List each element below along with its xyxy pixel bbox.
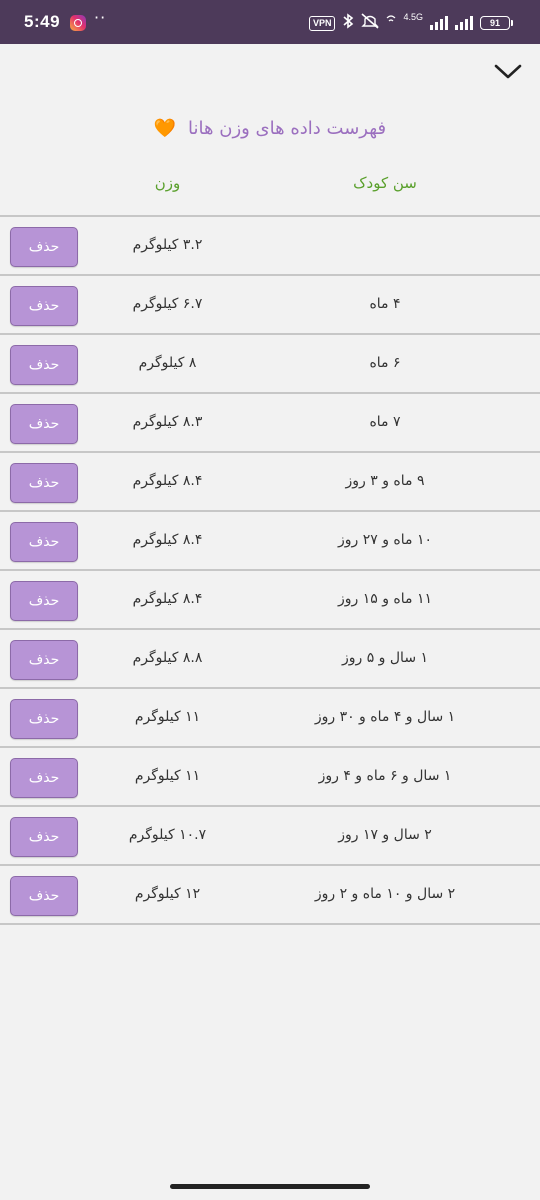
- weight-table: ۳.۲ کیلوگرم حذف ۴ ماه ۶.۷ کیلوگرم حذف ۶ ماه ۸ …: [0, 215, 540, 925]
- cell-weight: ۶.۷ کیلوگرم: [132, 296, 203, 312]
- cell-weight: ۸ کیلوگرم: [138, 355, 197, 371]
- delete-button[interactable]: حذف: [10, 345, 78, 385]
- table-row: ۲ سال و ۱۷ روز ۱۰.۷ کیلوگرم حذف: [0, 805, 540, 864]
- column-header-weight: وزن: [154, 174, 181, 192]
- delete-button[interactable]: حذف: [10, 581, 78, 621]
- mute-icon: [361, 12, 380, 34]
- status-time: 5:49: [24, 12, 61, 31]
- more-notifications-icon: ··: [94, 8, 107, 27]
- cell-age: ۲ سال و ۱۷ روز: [338, 827, 432, 843]
- cell-age: ۴ ماه: [369, 296, 401, 312]
- cell-weight: ۸.۳ کیلوگرم: [132, 414, 203, 430]
- page-title-text: فهرست داده های وزن هانا: [188, 118, 387, 139]
- table-row: ۴ ماه ۶.۷ کیلوگرم حذف: [0, 274, 540, 333]
- cell-age: ۹ ماه و ۳ روز: [345, 473, 425, 489]
- cell-weight: ۱۱ کیلوگرم: [134, 709, 201, 725]
- chevron-down-icon: [494, 64, 522, 79]
- cell-weight: ۱۰.۷ کیلوگرم: [128, 827, 207, 843]
- battery-icon: 91: [480, 16, 513, 30]
- table-row: ۲ سال و ۱۰ ماه و ۲ روز ۱۲ کیلوگرم حذف: [0, 864, 540, 925]
- table-row: ۱۱ ماه و ۱۵ روز ۸.۴ کیلوگرم حذف: [0, 569, 540, 628]
- cell-weight: ۸.۴ کیلوگرم: [132, 532, 203, 548]
- table-row: ۳.۲ کیلوگرم حذف: [0, 215, 540, 274]
- home-indicator[interactable]: [170, 1184, 370, 1189]
- bluetooth-icon: [342, 12, 354, 34]
- delete-button[interactable]: حذف: [10, 463, 78, 503]
- cell-weight: ۱۱ کیلوگرم: [134, 768, 201, 784]
- cell-weight: ۳.۲ کیلوگرم: [132, 237, 203, 253]
- cell-weight: ۱۲ کیلوگرم: [134, 886, 201, 902]
- cell-age: [280, 217, 490, 274]
- delete-button[interactable]: حذف: [10, 817, 78, 857]
- delete-button[interactable]: حذف: [10, 699, 78, 739]
- table-row: ۱ سال و ۵ روز ۸.۸ کیلوگرم حذف: [0, 628, 540, 687]
- delete-button[interactable]: حذف: [10, 758, 78, 798]
- collapse-button[interactable]: [490, 58, 526, 86]
- cell-age: ۱ سال و ۵ روز: [341, 650, 429, 666]
- wifi-icon: [386, 14, 396, 33]
- cell-weight: ۸.۴ کیلوگرم: [132, 591, 203, 607]
- instagram-notification-icon: [70, 15, 86, 31]
- delete-button[interactable]: حذف: [10, 404, 78, 444]
- delete-button[interactable]: حذف: [10, 640, 78, 680]
- delete-button[interactable]: حذف: [10, 522, 78, 562]
- page-title: فهرست داده های وزن هانا 🧡: [0, 118, 540, 139]
- table-row: ۱ سال و ۴ ماه و ۳۰ روز ۱۱ کیلوگرم حذف: [0, 687, 540, 746]
- cell-weight: ۸.۸ کیلوگرم: [132, 650, 203, 666]
- delete-button[interactable]: حذف: [10, 876, 78, 916]
- delete-button[interactable]: حذف: [10, 227, 78, 267]
- signal-icon-sim2: [455, 16, 473, 30]
- cell-age: ۱۰ ماه و ۲۷ روز: [337, 532, 433, 548]
- column-header-age: سن کودک: [353, 174, 417, 192]
- status-icons: VPN 4.5G 91: [308, 12, 513, 34]
- network-type: 4.5G: [403, 12, 423, 22]
- cell-age: ۱ سال و ۶ ماه و ۴ روز: [318, 768, 452, 784]
- status-bar: 5:49 ·· VPN 4.5G 91: [0, 0, 540, 44]
- cell-age: ۱۱ ماه و ۱۵ روز: [337, 591, 433, 607]
- table-row: ۹ ماه و ۳ روز ۸.۴ کیلوگرم حذف: [0, 451, 540, 510]
- table-row: ۱۰ ماه و ۲۷ روز ۸.۴ کیلوگرم حذف: [0, 510, 540, 569]
- signal-icon-sim1: [430, 16, 448, 30]
- table-row: ۷ ماه ۸.۳ کیلوگرم حذف: [0, 392, 540, 451]
- heart-icon: 🧡: [153, 118, 177, 139]
- table-row: ۱ سال و ۶ ماه و ۴ روز ۱۱ کیلوگرم حذف: [0, 746, 540, 805]
- cell-age: ۱ سال و ۴ ماه و ۳۰ روز: [314, 709, 456, 725]
- vpn-icon: VPN: [308, 15, 336, 31]
- cell-age: ۷ ماه: [369, 414, 401, 430]
- table-row: ۶ ماه ۸ کیلوگرم حذف: [0, 333, 540, 392]
- cell-age: ۲ سال و ۱۰ ماه و ۲ روز: [314, 886, 456, 902]
- cell-age: ۶ ماه: [369, 355, 401, 371]
- delete-button[interactable]: حذف: [10, 286, 78, 326]
- cell-weight: ۸.۴ کیلوگرم: [132, 473, 203, 489]
